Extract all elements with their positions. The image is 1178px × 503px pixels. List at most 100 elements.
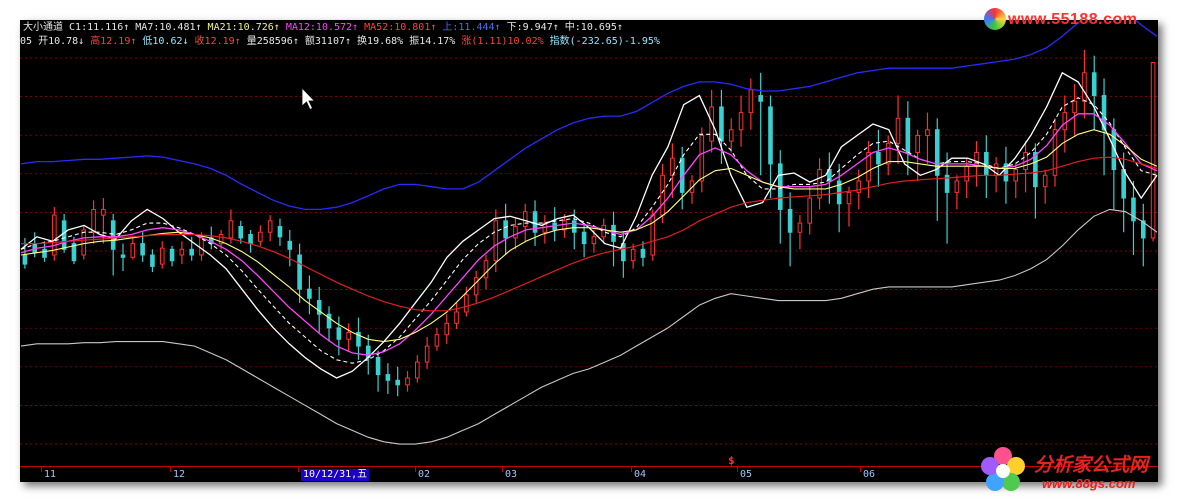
candle-body [1033, 152, 1038, 188]
candle-body [513, 226, 518, 239]
candle-body [199, 237, 204, 256]
candle-body [297, 254, 302, 290]
candle-body [101, 208, 106, 216]
indicator-value-6: 上:11.444↑ [442, 22, 501, 33]
candle-body [277, 226, 283, 238]
candle-body [797, 222, 803, 233]
watermark-top: www.55188.com [984, 8, 1174, 32]
candle-body [699, 134, 705, 182]
candle-body [61, 220, 67, 250]
candle-body [1072, 100, 1077, 114]
indicator-value-4: MA12:10.572↑ [285, 22, 359, 33]
candle-body [140, 243, 145, 256]
candle-body [130, 243, 136, 258]
candle-body [375, 357, 381, 376]
candle-body [385, 374, 391, 381]
candle-body [1062, 112, 1068, 131]
candle-body [110, 220, 116, 250]
candle-body [601, 224, 607, 238]
candle-body [415, 361, 420, 379]
candle-body [228, 220, 234, 239]
watermark-bottom-url: www.88gs.com [1042, 476, 1136, 491]
quote-value-5: 量258596↑ [246, 36, 299, 47]
candle-body [630, 248, 636, 262]
watermark-top-text: www.55188.com [1008, 11, 1138, 28]
candle-body [42, 248, 47, 258]
candle-body [159, 247, 165, 265]
candle-body [964, 165, 969, 182]
candle-body [52, 214, 57, 256]
candle-body [876, 152, 881, 165]
quote-value-2: 高12.19↑ [90, 36, 137, 47]
candle-body [660, 174, 665, 216]
dividend-marker: $ [728, 454, 735, 467]
candle-body [179, 248, 185, 256]
x-tick [415, 467, 416, 472]
quote-value-3: 低10.62↓ [142, 36, 189, 47]
candle-body [503, 220, 508, 239]
chart-window: 大小通道 C1:11.116↑ MA7:10.481↑ MA21:10.726↑… [20, 20, 1158, 482]
candle-body [287, 240, 293, 250]
quote-value-10: 指数(-232.65)-1.95% [549, 36, 660, 47]
quote-value-6: 额31107↑ [304, 36, 352, 47]
candle-body [1082, 72, 1087, 102]
candle-body [424, 345, 430, 363]
candle-body [483, 260, 489, 279]
candle-body [885, 142, 891, 165]
quote-header: 05 开10.78↓ 高12.19↑ 低10.62↓ 收12.19↑ 量2585… [20, 36, 660, 48]
candle-body [1013, 169, 1019, 182]
candle-body [169, 248, 175, 262]
candle-body [473, 277, 479, 296]
quote-value-8: 振14.17% [409, 36, 456, 47]
x-tick [860, 467, 861, 472]
price-chart[interactable] [20, 20, 1158, 466]
candle-body [738, 112, 744, 131]
candle-body [454, 311, 459, 324]
candle-body [22, 254, 28, 265]
x-tick-label: 06 [863, 469, 876, 480]
candle-body [405, 377, 410, 386]
candle-body [493, 220, 499, 262]
candle-body [905, 117, 911, 154]
x-tick [298, 467, 299, 472]
candle-body [1091, 72, 1097, 97]
indicator-value-0: 大小通道 [23, 22, 63, 33]
candle-body [915, 134, 920, 153]
x-tick-label[interactable]: 10/12/31,五 [301, 469, 370, 481]
candle-body [91, 208, 96, 233]
candle-body [728, 129, 734, 142]
candle-body [336, 327, 342, 340]
quote-value-4: 收12.19↑ [194, 36, 241, 47]
candle-body [807, 197, 813, 224]
candle-body [267, 220, 273, 233]
candle-body [248, 234, 253, 245]
indicator-value-7: 下:9.947↑ [506, 22, 559, 33]
candle-body [395, 379, 400, 386]
quote-value-9: 涨(1.11)10.02% [461, 36, 544, 47]
x-tick [737, 467, 738, 472]
candle-body [464, 294, 469, 313]
x-tick-label: 03 [505, 469, 518, 480]
candle-body [591, 236, 597, 245]
x-tick-label: 11 [44, 469, 57, 480]
candle-body [120, 254, 126, 258]
x-tick [170, 467, 171, 472]
candle-body [522, 211, 528, 228]
x-tick [631, 467, 632, 472]
x-tick-label: 05 [740, 469, 753, 480]
candle-body [856, 180, 862, 193]
candle-body [258, 231, 263, 242]
candle-body [434, 334, 440, 347]
mouse-cursor-icon [301, 87, 316, 111]
candle-body [81, 229, 87, 256]
candle-body [787, 208, 793, 233]
candle-body [238, 226, 244, 239]
candle-body [1150, 62, 1156, 239]
flower-logo-icon [981, 447, 1025, 491]
x-tick-label: 04 [634, 469, 647, 480]
watermark-bottom-title: 分析家公式网 [1034, 455, 1149, 476]
quote-value-7: 换19.68% [357, 36, 404, 47]
watermark-bottom: 分析家公式网 www.88gs.com [976, 444, 1176, 500]
candle-body [748, 89, 754, 114]
site-logo-icon [984, 8, 1006, 30]
